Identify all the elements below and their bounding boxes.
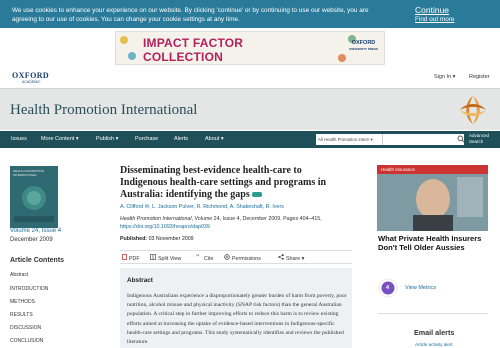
view-metrics-link[interactable]: View Metrics xyxy=(405,285,436,291)
pdf-button[interactable]: PDF xyxy=(122,254,140,262)
toc-methods[interactable]: METHODS xyxy=(10,299,35,305)
permissions-button[interactable]: Permissions xyxy=(224,254,261,262)
ad-decoration-icon xyxy=(338,54,346,62)
journal-cover-image[interactable]: HEALTH PROMOTION INTERNATIONAL xyxy=(10,166,58,228)
share-button[interactable]: Share ▾ xyxy=(278,254,304,262)
search-icon[interactable] xyxy=(457,135,465,143)
article-title-text: Disseminating best-evidence health-care … xyxy=(120,165,327,200)
email-alerts-panel: Email alerts Article activity alert xyxy=(378,313,488,348)
cookie-find-out-more-link[interactable]: Find out more xyxy=(415,16,454,23)
share-icon xyxy=(278,254,284,260)
toc-introduction[interactable]: INTRODUCTION xyxy=(10,286,48,292)
ad-line-2: COLLECTION xyxy=(143,50,223,64)
sign-in-link[interactable]: Sign In ▾ xyxy=(434,74,455,80)
doi-link[interactable]: https://doi.org/10.1093/heapro/dap039 xyxy=(120,224,355,232)
oxford-logo-sub: ACADEMIC xyxy=(22,80,41,84)
abstract-heading: Abstract xyxy=(127,277,153,284)
nav-more-content[interactable]: More Content ▾ xyxy=(41,136,79,142)
impact-factor-ad[interactable]: IMPACT FACTOR COLLECTION OXFORD UNIVERSI… xyxy=(115,31,385,65)
altmetric-badge-icon[interactable] xyxy=(378,278,408,298)
ad-decoration-icon xyxy=(128,52,136,60)
cite-button[interactable]: ” Cite xyxy=(196,254,213,262)
sign-in-label: Sign In xyxy=(434,74,452,80)
pdf-label: PDF xyxy=(129,256,140,262)
cite-icon: ” xyxy=(196,254,199,260)
citation-details: , Volume 24, Issue 4, December 2009, Pag… xyxy=(191,216,322,222)
journal-nav: Issues More Content ▾ Publish ▾ Purchase… xyxy=(0,131,500,148)
toc-discussion[interactable]: DISCUSSION xyxy=(10,325,41,331)
toc-conclusion[interactable]: CONCLUSION xyxy=(10,338,43,344)
permissions-label: Permissions xyxy=(232,256,261,262)
nav-publish[interactable]: Publish ▾ xyxy=(96,136,118,142)
open-access-icon xyxy=(252,192,263,198)
cookie-continue-link[interactable]: Continue xyxy=(415,5,449,15)
advanced-search-link[interactable]: Advanced Search xyxy=(469,133,500,145)
article-contents-heading: Article Contents xyxy=(10,257,65,264)
cookie-banner: We use cookies to enhance your experienc… xyxy=(0,0,500,28)
ad-brand-sub: UNIVERSITY PRESS xyxy=(349,47,378,51)
register-link[interactable]: Register xyxy=(469,74,489,80)
nav-issues[interactable]: Issues xyxy=(11,136,27,142)
article-toolbar: PDF Split View ” Cite Permissions Share ▾ xyxy=(120,250,352,264)
article-activity-alert-link[interactable]: Article activity alert xyxy=(415,342,453,347)
nav-publish-label: Publish xyxy=(96,136,115,142)
ad-brand: OXFORD UNIVERSITY PRESS xyxy=(349,40,378,52)
right-ad-image[interactable]: Health Insurance xyxy=(377,165,488,231)
nav-purchase[interactable]: Purchase xyxy=(135,136,158,142)
nav-about[interactable]: About ▾ xyxy=(205,136,224,142)
journal-title[interactable]: Health Promotion International xyxy=(10,102,197,119)
issue-link[interactable]: Volume 24, Issue 4 xyxy=(10,228,61,234)
toc-abstract[interactable]: Abstract xyxy=(10,272,28,278)
search-scope-value: All Health Promotion Intern xyxy=(318,137,370,142)
altmetric-score: 4 xyxy=(386,285,390,291)
cite-label: Cite xyxy=(204,256,214,262)
journal-emblem-icon xyxy=(458,95,488,125)
permissions-icon xyxy=(224,254,230,260)
site-header: OXFORD ACADEMIC Sign In ▾ Register xyxy=(0,68,500,88)
ad-photo-icon xyxy=(377,174,488,231)
toc-results[interactable]: RESULTS xyxy=(10,312,33,318)
citation-journal: Health Promotion International xyxy=(120,216,192,222)
published-date: 03 November 2009 xyxy=(148,236,194,242)
share-label: Share xyxy=(286,256,301,262)
nav-more-content-label: More Content xyxy=(41,136,75,142)
nav-about-label: About xyxy=(205,136,220,142)
published-line: Published: 03 November 2009 xyxy=(120,236,194,242)
split-view-button[interactable]: Split View xyxy=(150,254,181,262)
ad-line-1: IMPACT FACTOR xyxy=(143,36,244,50)
svg-text:”: ” xyxy=(196,254,199,260)
article-citation: Health Promotion International, Volume 2… xyxy=(120,216,355,231)
cookie-message: We use cookies to enhance your experienc… xyxy=(12,7,369,23)
abstract-panel: Abstract Indigenous Australians experien… xyxy=(120,268,352,348)
split-view-icon xyxy=(150,254,156,260)
published-label: Published: xyxy=(120,236,148,242)
email-alerts-heading: Email alerts xyxy=(414,328,455,337)
ad-decoration-icon xyxy=(120,36,128,44)
article-authors[interactable]: A. Clifford ✉, L. Jackson Pulver, R. Ric… xyxy=(120,204,355,210)
cover-art-icon xyxy=(14,186,54,222)
journal-banner: Health Promotion International xyxy=(0,88,500,130)
issue-date: December 2009 xyxy=(10,237,53,243)
pdf-icon xyxy=(122,254,127,260)
search-input[interactable] xyxy=(382,134,464,145)
oxford-logo[interactable]: OXFORD xyxy=(12,71,49,80)
right-ad-headline[interactable]: What Private Health Insurers Don't Tell … xyxy=(378,234,498,252)
abstract-text: Indigenous Australians experience a disp… xyxy=(127,293,347,346)
split-view-label: Split View xyxy=(158,256,182,262)
nav-alerts[interactable]: Alerts xyxy=(174,136,188,142)
search-scope-select[interactable]: All Health Promotion Intern ▾ xyxy=(316,134,382,145)
article-title: Disseminating best-evidence health-care … xyxy=(120,165,350,201)
